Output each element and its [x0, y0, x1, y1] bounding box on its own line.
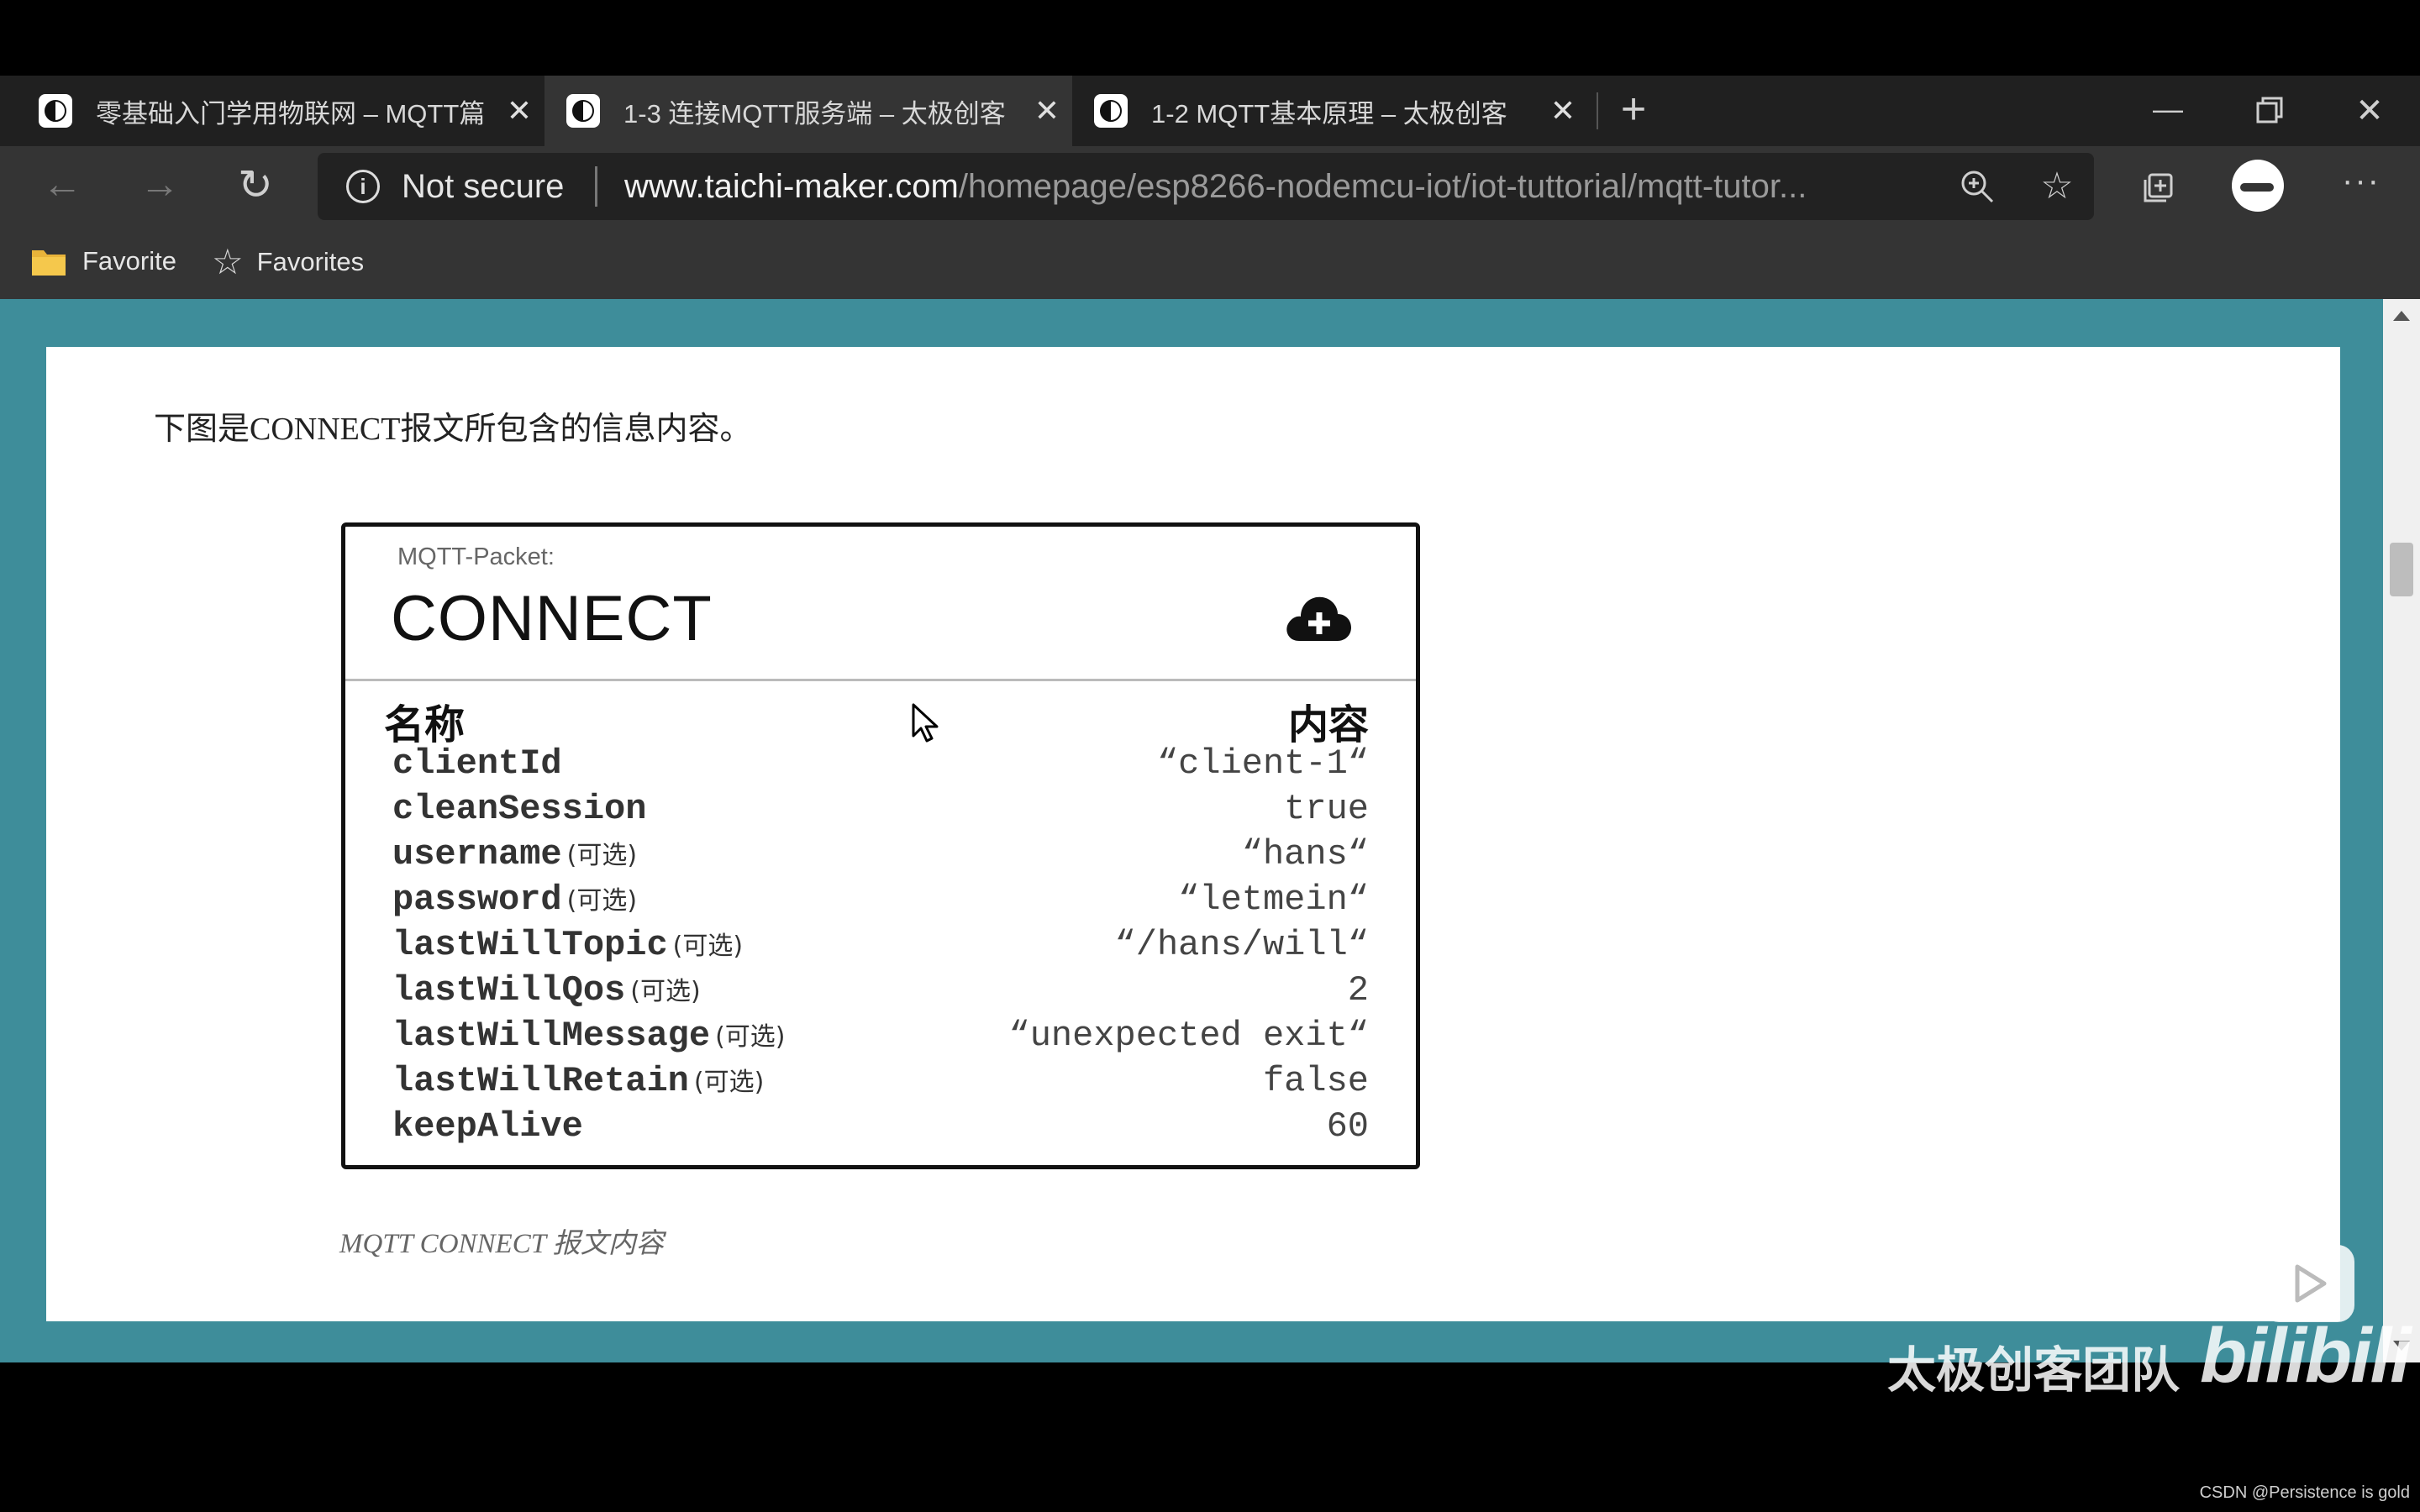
play-button[interactable]	[2262, 1245, 2354, 1322]
figure-caption: MQTT CONNECT 报文内容	[339, 1229, 664, 1259]
url-path: /homepage/esp8266-nodemcu-iot/iot-tuttor…	[958, 168, 1807, 205]
tab-strip: 零基础入门学用物联网 – MQTT篇 ✕ 1-3 连接MQTT服务端 – 太极创…	[0, 76, 2420, 146]
field-row-password: password (可选) “letmein“	[392, 879, 1369, 925]
field-row-lastwillqos: lastWillQos (可选) 2	[392, 970, 1369, 1016]
bookmark-favorite[interactable]: Favorite	[30, 245, 176, 277]
article-intro-text: 下图是CONNECT报文所包含的信息内容。	[154, 412, 752, 447]
tab-title: 1-2 MQTT基本原理 – 太极创客	[1151, 98, 1507, 129]
url-domain: www.taichi-maker.com	[624, 168, 959, 205]
field-name: username (可选)	[392, 834, 638, 874]
team-watermark: 太极创客团队	[1887, 1341, 2181, 1399]
vertical-scrollbar[interactable]	[2383, 299, 2420, 1362]
security-status[interactable]: Not secure	[402, 168, 564, 206]
address-divider	[595, 166, 597, 207]
add-favorite-star-icon[interactable]: ☆	[2032, 161, 2082, 212]
play-icon	[2295, 1264, 2327, 1303]
close-tab-icon[interactable]: ✕	[1022, 93, 1072, 129]
close-tab-icon[interactable]: ✕	[494, 93, 544, 129]
optional-tag: (可选)	[630, 977, 701, 1006]
field-name: lastWillQos (可选)	[392, 970, 701, 1011]
cloud-add-icon	[1282, 587, 1353, 646]
field-name: cleanSession	[392, 789, 647, 829]
optional-tag: (可选)	[715, 1022, 786, 1052]
field-row-lastwilltopic: lastWillTopic (可选) “/hans/will“	[392, 925, 1369, 970]
url-text[interactable]: www.taichi-maker.com/homepage/esp8266-no…	[624, 168, 1807, 206]
field-row-lastwillretain: lastWillRetain (可选) false	[392, 1061, 1369, 1106]
restore-window-icon[interactable]	[2244, 86, 2294, 136]
scrollbar-thumb[interactable]	[2390, 543, 2413, 596]
taichi-favicon-icon	[39, 94, 72, 128]
field-value: “/hans/will“	[1114, 925, 1369, 965]
field-row-clientid: clientId “client-1“	[392, 743, 1369, 789]
bilibili-logo: bilibili	[2200, 1313, 2412, 1399]
connect-packet-figure: MQTT-Packet: CONNECT 名称 内容 clientId “cli…	[341, 522, 1420, 1169]
field-row-keepalive: keepAlive 60	[392, 1106, 1369, 1152]
forward-icon[interactable]: →	[134, 160, 185, 210]
taichi-favicon-icon	[566, 94, 600, 128]
field-value: “unexpected exit“	[1008, 1016, 1369, 1056]
close-window-icon[interactable]: ✕	[2344, 86, 2395, 136]
header-divider	[345, 679, 1416, 681]
tab-title: 1-3 连接MQTT服务端 – 太极创客	[623, 98, 1006, 129]
column-header-name: 名称	[384, 701, 466, 748]
credit-watermark: CSDN @Persistence is gold	[2199, 1483, 2410, 1502]
bookmark-favorites[interactable]: ☆ Favorites	[212, 242, 365, 281]
field-value: false	[1262, 1061, 1369, 1101]
address-bar[interactable]: i Not secure www.taichi-maker.com/homepa…	[318, 153, 2094, 220]
taichi-favicon-icon	[1094, 94, 1128, 128]
scroll-up-arrow-icon[interactable]	[2393, 311, 2410, 321]
bookmark-label: Favorites	[256, 247, 365, 276]
minimize-icon[interactable]: —	[2143, 86, 2193, 136]
optional-tag: (可选)	[693, 1068, 765, 1097]
figure-subtitle: MQTT-Packet:	[397, 543, 555, 570]
folder-icon	[32, 250, 66, 276]
close-tab-icon[interactable]: ✕	[1538, 93, 1588, 129]
field-name: lastWillTopic (可选)	[392, 925, 744, 965]
info-icon[interactable]: i	[346, 170, 380, 203]
field-name: clientId	[392, 743, 562, 784]
refresh-icon[interactable]: ↻	[230, 160, 281, 210]
new-tab-icon[interactable]: +	[1610, 82, 1657, 136]
field-name: lastWillMessage (可选)	[392, 1016, 786, 1056]
mouse-cursor-icon	[911, 702, 941, 744]
favorites-star-icon: ☆	[212, 242, 244, 281]
tab-divider	[1597, 92, 1598, 129]
field-name: keepAlive	[392, 1106, 583, 1147]
bookmark-label: Favorite	[82, 246, 176, 276]
field-value: “letmein“	[1178, 879, 1369, 920]
optional-tag: (可选)	[672, 932, 744, 961]
field-name: password (可选)	[392, 879, 638, 920]
tab-mqtt-basics[interactable]: 1-2 MQTT基本原理 – 太极创客 ✕	[1072, 76, 1588, 146]
back-icon[interactable]: ←	[37, 160, 87, 210]
more-menu-icon[interactable]: ···	[2336, 160, 2386, 210]
field-value: 60	[1326, 1106, 1369, 1147]
tab-connect-mqtt-server[interactable]: 1-3 连接MQTT服务端 – 太极创客 ✕	[544, 76, 1072, 146]
optional-tag: (可选)	[566, 886, 638, 916]
field-value: true	[1284, 789, 1369, 829]
optional-tag: (可选)	[566, 841, 638, 870]
collections-icon[interactable]	[2134, 160, 2185, 210]
field-value: 2	[1347, 970, 1369, 1011]
field-name: lastWillRetain (可选)	[392, 1061, 765, 1101]
tab-mqtt-course[interactable]: 零基础入门学用物联网 – MQTT篇 ✕	[0, 76, 544, 146]
figure-title: CONNECT	[391, 583, 713, 654]
field-row-username: username (可选) “hans“	[392, 834, 1369, 879]
favorites-bar: Favorite ☆ Favorites	[0, 227, 2420, 299]
avatar-figure	[2240, 183, 2274, 192]
zoom-icon[interactable]	[1952, 161, 2002, 212]
profile-avatar[interactable]	[2232, 160, 2284, 212]
tab-title: 零基础入门学用物联网 – MQTT篇	[96, 98, 486, 129]
field-value: “hans“	[1241, 834, 1369, 874]
column-header-value: 内容	[1287, 701, 1369, 748]
field-value: “client-1“	[1156, 743, 1369, 784]
field-row-cleansession: cleanSession true	[392, 789, 1369, 834]
field-row-lastwillmessage: lastWillMessage (可选) “unexpected exit“	[392, 1016, 1369, 1061]
